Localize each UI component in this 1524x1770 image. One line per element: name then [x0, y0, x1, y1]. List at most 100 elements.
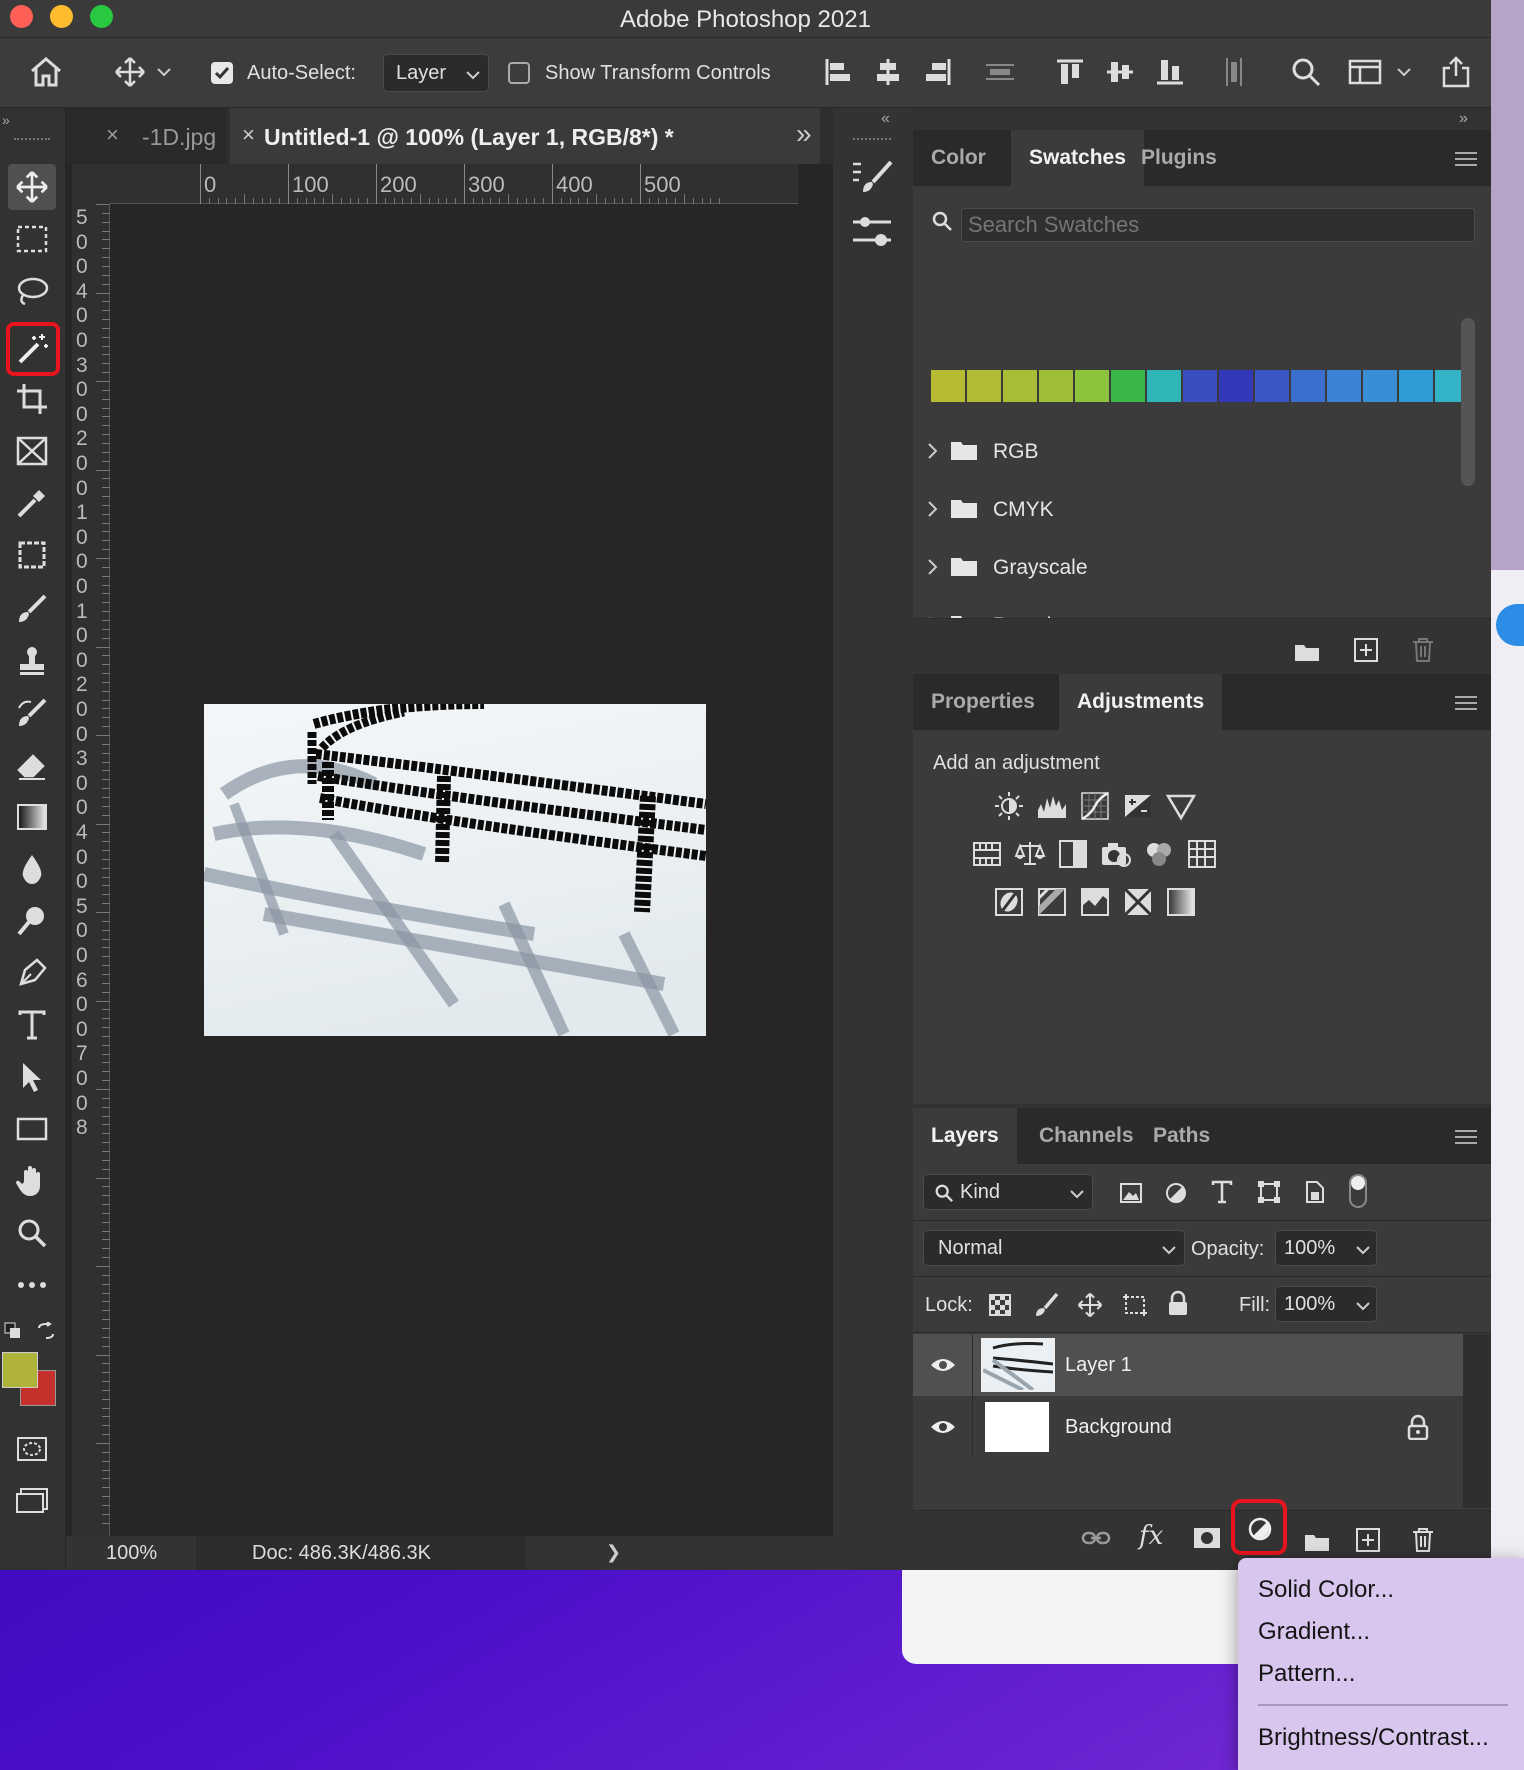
move-tool-icon[interactable]: [8, 164, 56, 210]
add-mask-icon[interactable]: [1193, 1527, 1221, 1549]
curves-icon[interactable]: [1075, 786, 1115, 826]
foreground-color-swatch[interactable]: [2, 1352, 38, 1388]
hand-tool-icon[interactable]: [8, 1158, 56, 1204]
collapse-icon[interactable]: »: [2, 112, 10, 128]
panel-menu-icon[interactable]: [1455, 152, 1477, 166]
brush-settings-icon[interactable]: [851, 158, 895, 198]
align-right-icon[interactable]: [918, 52, 958, 92]
black-white-icon[interactable]: [1053, 834, 1093, 874]
chevron-right-icon[interactable]: [927, 558, 939, 576]
panel-menu-icon[interactable]: [1455, 1130, 1477, 1144]
color-swatch[interactable]: [1255, 370, 1289, 402]
menu-item-gradient[interactable]: Gradient...: [1258, 1618, 1370, 1646]
smart-object-filter-icon[interactable]: [1303, 1180, 1325, 1204]
dodge-tool-icon[interactable]: [8, 898, 56, 944]
new-group-icon[interactable]: [1293, 639, 1321, 663]
marquee-tool-icon[interactable]: [8, 216, 56, 262]
grip-icon[interactable]: [14, 138, 50, 142]
menu-item-solid-color[interactable]: Solid Color...: [1258, 1576, 1394, 1604]
doc-info-field[interactable]: Doc: 486.3K/486.3K ❯: [196, 1536, 621, 1570]
new-layer-icon[interactable]: [1355, 1527, 1381, 1553]
align-bottom-icon[interactable]: [1150, 52, 1190, 92]
eyedropper-tool-icon[interactable]: [8, 480, 56, 526]
filter-toggle[interactable]: [1349, 1174, 1367, 1208]
history-brush-icon[interactable]: [8, 690, 56, 736]
default-colors-icon[interactable]: [4, 1322, 22, 1340]
color-swatch[interactable]: [1111, 370, 1145, 402]
path-selection-icon[interactable]: [8, 1054, 56, 1100]
home-icon[interactable]: [26, 52, 66, 92]
quick-mask-icon[interactable]: [8, 1426, 56, 1472]
threshold-icon[interactable]: [1075, 882, 1115, 922]
workspace-icon[interactable]: [1345, 52, 1385, 92]
vibrance-icon[interactable]: [1161, 786, 1201, 826]
link-layers-icon[interactable]: [1081, 1529, 1111, 1547]
more-tabs-icon[interactable]: »: [796, 118, 812, 150]
fill-field[interactable]: 100%: [1275, 1286, 1377, 1322]
status-arrow-icon[interactable]: ❯: [606, 1542, 621, 1563]
delete-layer-icon[interactable]: [1411, 1527, 1435, 1553]
distribute-icon[interactable]: [980, 52, 1020, 92]
zoom-level[interactable]: 100%: [106, 1542, 157, 1565]
color-swatch[interactable]: [967, 370, 1001, 402]
close-icon[interactable]: ×: [242, 122, 255, 148]
filter-kind-dropdown[interactable]: Kind: [923, 1174, 1093, 1210]
color-lookup-icon[interactable]: [1182, 834, 1222, 874]
color-swatch[interactable]: [1399, 370, 1433, 402]
color-swatch[interactable]: [1147, 370, 1181, 402]
color-swatch[interactable]: [1291, 370, 1325, 402]
invert-icon[interactable]: [989, 882, 1029, 922]
chevron-down-icon[interactable]: [1392, 52, 1416, 92]
lock-all-icon[interactable]: [1167, 1290, 1189, 1316]
exposure-icon[interactable]: [1118, 786, 1158, 826]
tab-plugins[interactable]: Plugins: [1123, 130, 1235, 186]
collapse-icon[interactable]: «: [881, 110, 890, 128]
type-filter-icon[interactable]: [1211, 1180, 1233, 1204]
auto-select-checkbox[interactable]: [211, 62, 233, 84]
new-adjustment-layer-button[interactable]: [1231, 1499, 1287, 1555]
brush-tool-icon[interactable]: [8, 586, 56, 632]
adjustments-shortcut-icon[interactable]: [851, 212, 895, 252]
color-balance-icon[interactable]: [1010, 834, 1050, 874]
share-icon[interactable]: [1436, 52, 1476, 92]
channel-mixer-icon[interactable]: [1139, 834, 1179, 874]
eraser-tool-icon[interactable]: [8, 742, 56, 788]
menu-item-brightness-contrast[interactable]: Brightness/Contrast...: [1258, 1724, 1489, 1752]
tab-1d-jpg[interactable]: × -1D.jpg: [66, 108, 226, 164]
stamp-tool-icon[interactable]: [8, 638, 56, 684]
zoom-tool-icon[interactable]: [8, 1210, 56, 1256]
crop-tool-icon[interactable]: [8, 376, 56, 422]
swatch-folder-grayscale[interactable]: Grayscale: [913, 540, 1473, 598]
tab-layers[interactable]: Layers: [913, 1108, 1017, 1164]
chevron-down-icon[interactable]: [154, 52, 174, 92]
layers-scroll-track[interactable]: [1463, 1334, 1491, 1508]
posterize-icon[interactable]: [1032, 882, 1072, 922]
blur-tool-icon[interactable]: [8, 846, 56, 892]
distribute-v-icon[interactable]: [1214, 52, 1254, 92]
levels-icon[interactable]: [1032, 786, 1072, 826]
align-left-icon[interactable]: [818, 52, 858, 92]
gradient-tool-icon[interactable]: [8, 794, 56, 840]
more-tools-icon[interactable]: [8, 1262, 56, 1308]
selective-color-icon[interactable]: [1118, 882, 1158, 922]
search-swatches-input[interactable]: [961, 208, 1475, 242]
lock-icon[interactable]: [1407, 1414, 1429, 1440]
lock-transparent-icon[interactable]: [989, 1294, 1011, 1316]
align-middle-v-icon[interactable]: [1100, 52, 1140, 92]
rectangle-tool-icon[interactable]: [8, 1106, 56, 1152]
auto-select-dropdown[interactable]: Layer: [383, 54, 489, 92]
opacity-field[interactable]: 100%: [1275, 1230, 1377, 1266]
lock-position-icon[interactable]: [1077, 1292, 1103, 1318]
close-icon[interactable]: ×: [106, 122, 119, 148]
expand-icon[interactable]: »: [1459, 110, 1468, 128]
new-swatch-icon[interactable]: [1353, 637, 1379, 663]
visibility-toggle[interactable]: [913, 1334, 973, 1396]
tab-channels[interactable]: Channels: [1021, 1108, 1152, 1164]
adjustment-filter-icon[interactable]: [1165, 1182, 1187, 1204]
layer-row-layer-1[interactable]: Layer 1: [913, 1334, 1463, 1396]
color-swatch[interactable]: [1183, 370, 1217, 402]
show-transform-checkbox[interactable]: [508, 62, 530, 84]
type-tool-icon[interactable]: [8, 1002, 56, 1048]
chevron-down-icon[interactable]: [1356, 1301, 1370, 1311]
lock-artboard-icon[interactable]: [1121, 1292, 1149, 1318]
